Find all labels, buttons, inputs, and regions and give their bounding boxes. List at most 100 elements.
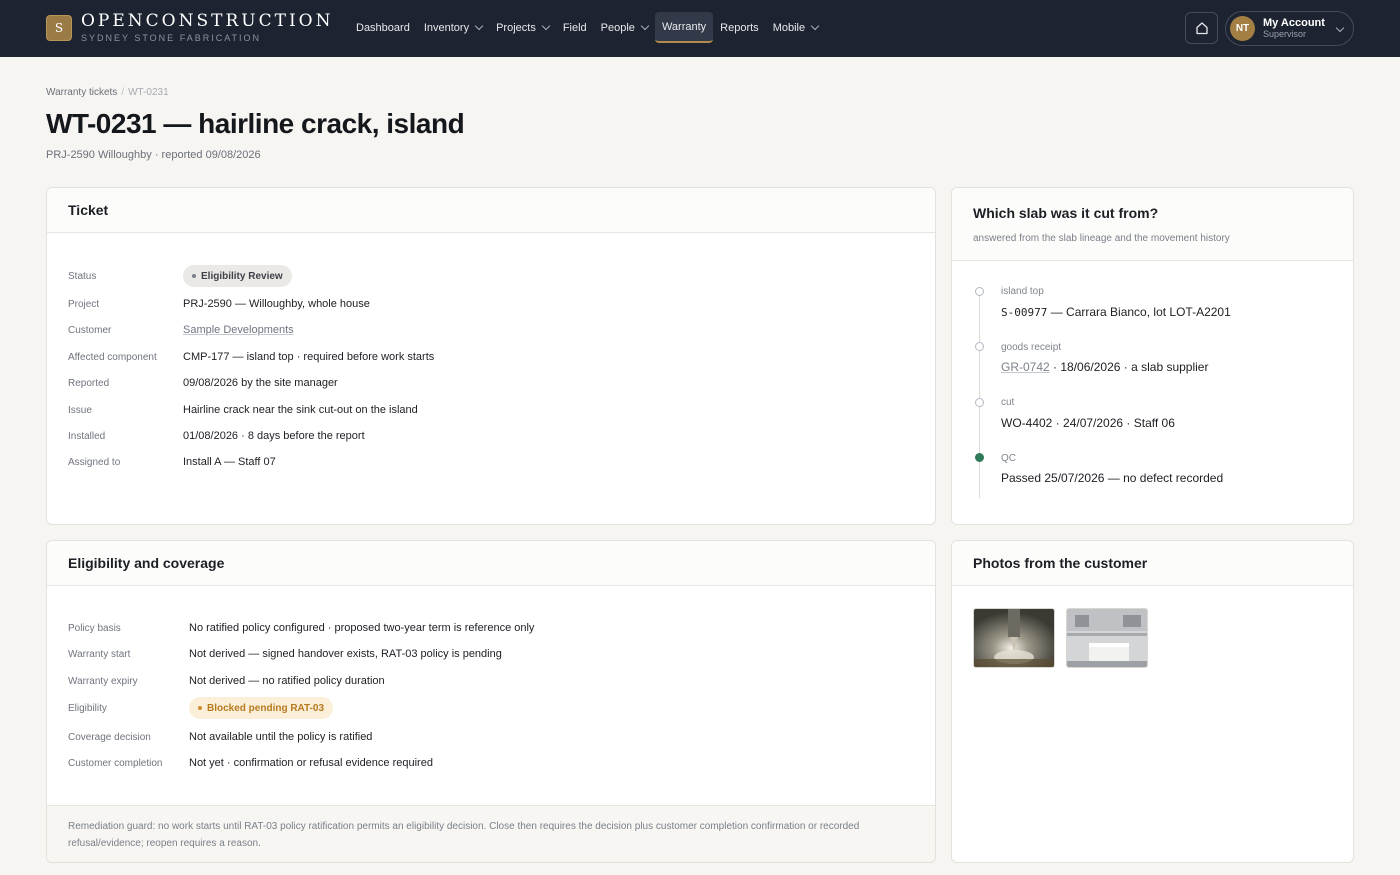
ticket-row-project: Project PRJ-2590 — Willoughby, whole hou… bbox=[68, 294, 928, 314]
nav-inventory-label: Inventory bbox=[423, 21, 470, 34]
field-label: Assigned to bbox=[68, 456, 121, 468]
slab-code: S-00977 bbox=[1001, 306, 1048, 319]
slab-detail: — Carrara Bianco, lot LOT-A2201 bbox=[1047, 305, 1231, 319]
eligibility-row: Warranty start Not derived — signed hand… bbox=[68, 644, 928, 664]
eligibility-badge: Blocked pending RAT-03 bbox=[189, 697, 334, 719]
ticket-row-assigned: Assigned to Install A — Staff 07 bbox=[68, 452, 928, 472]
timeline-step-label: goods receipt bbox=[1001, 342, 1062, 353]
eligibility-dot bbox=[198, 706, 202, 710]
ticket-row-status: Status Eligibility Review bbox=[68, 265, 928, 287]
timeline-line bbox=[979, 288, 980, 498]
timeline-step-text: WO-4402 · 24/07/2026 · Staff 06 bbox=[1001, 416, 1175, 430]
account-text: My Account Supervisor bbox=[1263, 16, 1325, 40]
field-value: Hairline crack near the sink cut-out on … bbox=[183, 404, 418, 416]
chevron-down-icon bbox=[810, 21, 820, 31]
ticket-row-installed: Installed 01/08/2026 · 8 days before the… bbox=[68, 426, 928, 446]
avatar: NT bbox=[1230, 16, 1255, 41]
home-button[interactable] bbox=[1185, 12, 1218, 44]
field-label: Customer completion bbox=[68, 757, 163, 769]
nav-mobile[interactable]: Mobile bbox=[766, 12, 825, 43]
field-value: Not available until the policy is ratifi… bbox=[189, 731, 373, 743]
ticket-row-reported: Reported 09/08/2026 by the site manager bbox=[68, 373, 928, 393]
customer-link[interactable]: Sample Developments bbox=[183, 324, 294, 336]
timeline-node bbox=[975, 398, 984, 407]
photos-card: Photos from the customer bbox=[951, 540, 1354, 863]
field-label: Warranty start bbox=[68, 648, 131, 660]
timeline-step-label: island top bbox=[1001, 286, 1044, 297]
nav-dashboard[interactable]: Dashboard bbox=[349, 12, 417, 43]
breadcrumb-parent-link[interactable]: Warranty tickets bbox=[46, 87, 117, 98]
nav-warranty[interactable]: Warranty bbox=[654, 12, 714, 43]
home-icon bbox=[1195, 22, 1208, 35]
chevron-down-icon bbox=[541, 21, 551, 31]
drill-photo-image bbox=[974, 609, 1054, 667]
eligibility-card-title: Eligibility and coverage bbox=[68, 555, 225, 571]
photo-thumbnail-drill[interactable] bbox=[973, 608, 1055, 668]
eligibility-row: Customer completion Not yet · confirmati… bbox=[68, 753, 928, 773]
field-label: Policy basis bbox=[68, 622, 121, 634]
status-badge-text: Eligibility Review bbox=[201, 270, 283, 282]
field-label: Status bbox=[68, 270, 97, 282]
status-badge: Eligibility Review bbox=[183, 265, 292, 287]
page-title: WT-0231 — hairline crack, island bbox=[46, 108, 465, 139]
photos-card-header: Photos from the customer bbox=[952, 541, 1353, 586]
ticket-card: Ticket Status Eligibility Review Project… bbox=[46, 187, 936, 525]
photo-thumbnail-kitchen[interactable] bbox=[1066, 608, 1148, 668]
slab-lineage-card: Which slab was it cut from? answered fro… bbox=[951, 187, 1354, 525]
nav-projects[interactable]: Projects bbox=[489, 12, 556, 43]
nav-reports-label: Reports bbox=[720, 21, 759, 34]
timeline-step-text: S-00977 — Carrara Bianco, lot LOT-A2201 bbox=[1001, 305, 1231, 319]
ticket-row-component: Affected component CMP-177 — island top … bbox=[68, 347, 928, 367]
field-label: Issue bbox=[68, 404, 92, 416]
field-value: CMP-177 — island top · required before w… bbox=[183, 351, 435, 363]
field-label: Installed bbox=[68, 430, 106, 442]
account-menu[interactable]: NT My Account Supervisor bbox=[1225, 11, 1354, 46]
photos-card-title: Photos from the customer bbox=[973, 555, 1148, 571]
field-value: Not derived — no ratified policy duratio… bbox=[189, 675, 385, 687]
timeline-step-text: GR-0742 · 18/06/2026 · a slab supplier bbox=[1001, 360, 1208, 374]
field-value: PRJ-2590 — Willoughby, whole house bbox=[183, 298, 370, 310]
account-role: Supervisor bbox=[1263, 28, 1307, 39]
ticket-row-issue: Issue Hairline crack near the sink cut-o… bbox=[68, 400, 928, 420]
top-navigation-bar: S OPENCONSTRUCTION SYDNEY STONE FABRICAT… bbox=[0, 0, 1400, 57]
nav-projects-label: Projects bbox=[496, 21, 536, 34]
eligibility-row: Coverage decision Not available until th… bbox=[68, 727, 928, 747]
nav-people[interactable]: People bbox=[594, 12, 655, 43]
field-value: Not derived — signed handover exists, RA… bbox=[189, 648, 502, 660]
nav-inventory[interactable]: Inventory bbox=[417, 12, 489, 43]
field-value: 01/08/2026 · 8 days before the report bbox=[183, 430, 365, 442]
timeline-step-label: QC bbox=[1001, 453, 1016, 464]
eligibility-card: Eligibility and coverage Policy basis No… bbox=[46, 540, 936, 863]
goods-receipt-link[interactable]: GR-0742 bbox=[1001, 360, 1050, 374]
slab-card-title: Which slab was it cut from? bbox=[973, 204, 1159, 221]
ticket-card-title: Ticket bbox=[68, 202, 109, 218]
ticket-row-customer: Customer Sample Developments bbox=[68, 320, 928, 340]
slab-card-subtitle: answered from the slab lineage and the m… bbox=[973, 232, 1230, 244]
field-label: Project bbox=[68, 298, 100, 310]
account-name: My Account bbox=[1263, 16, 1325, 29]
nav-reports[interactable]: Reports bbox=[713, 12, 766, 43]
field-label: Coverage decision bbox=[68, 731, 151, 743]
nav-dashboard-label: Dashboard bbox=[356, 21, 410, 34]
field-value: 09/08/2026 by the site manager bbox=[183, 377, 338, 389]
field-label: Warranty expiry bbox=[68, 675, 138, 687]
brand-logo-mark[interactable]: S bbox=[46, 15, 72, 41]
field-value: No ratified policy configured · proposed… bbox=[189, 622, 535, 634]
status-dot bbox=[192, 274, 196, 278]
eligibility-row: Warranty expiry Not derived — no ratifie… bbox=[68, 671, 928, 691]
eligibility-row: Eligibility Blocked pending RAT-03 bbox=[68, 697, 928, 719]
eligibility-row: Policy basis No ratified policy configur… bbox=[68, 618, 928, 638]
field-label: Reported bbox=[68, 377, 110, 389]
ticket-card-header: Ticket bbox=[47, 188, 935, 233]
timeline-step-text: Passed 25/07/2026 — no defect recorded bbox=[1001, 471, 1224, 485]
remediation-guard-note: Remediation guard: no work starts until … bbox=[47, 805, 935, 862]
nav-field-label: Field bbox=[562, 21, 587, 34]
nav-field[interactable]: Field bbox=[556, 12, 594, 43]
page-subtitle: PRJ-2590 Willoughby · reported 09/08/202… bbox=[46, 149, 261, 161]
brand-title[interactable]: OPENCONSTRUCTION bbox=[81, 11, 333, 31]
goods-receipt-detail: · 18/06/2026 · a slab supplier bbox=[1049, 360, 1209, 374]
breadcrumb-separator: / bbox=[121, 87, 125, 98]
nav-warranty-label: Warranty bbox=[661, 20, 707, 33]
nav-people-label: People bbox=[600, 21, 635, 34]
nav-mobile-label: Mobile bbox=[772, 21, 806, 34]
